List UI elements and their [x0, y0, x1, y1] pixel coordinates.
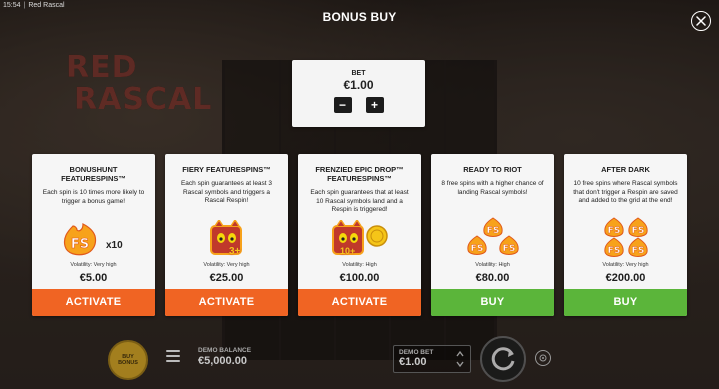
- card-volatility: Volatility: Very high: [602, 262, 649, 268]
- card-title: READY TO RIOT: [463, 165, 522, 174]
- card-description: Each spin guarantees that at least 10 Ra…: [310, 189, 409, 213]
- svg-text:FS: FS: [70, 237, 88, 252]
- svg-text:FS: FS: [470, 244, 483, 254]
- close-icon: [696, 16, 706, 26]
- feature-card-fiery: FIERY FEATURESPINS™ Each spin guarantees…: [165, 154, 288, 316]
- spin-arrows-icon: [491, 347, 515, 371]
- bet-selector: BET €1.00 − +: [292, 60, 425, 127]
- card-price: €80.00: [475, 272, 510, 284]
- card-description: 10 free spins where Rascal symbols that …: [573, 180, 678, 204]
- card-volatility: Volatility: High: [342, 262, 377, 268]
- bonus-buy-button[interactable]: BUY BONUS: [108, 340, 148, 380]
- clock: 15:54: [3, 2, 21, 9]
- modal-title: BONUS BUY: [322, 10, 397, 24]
- svg-text:FS: FS: [607, 246, 620, 256]
- fs-x10-icon: FS: [32, 220, 155, 260]
- demo-balance: DEMO BALANCE €5,000.00: [198, 347, 251, 367]
- autoplay-button[interactable]: [535, 350, 551, 366]
- app-title: Red Rascal: [28, 2, 65, 9]
- card-price: €100.00: [339, 272, 380, 284]
- buy-button[interactable]: BUY: [431, 289, 554, 316]
- activate-button[interactable]: ACTIVATE: [165, 289, 288, 316]
- menu-icon[interactable]: [166, 350, 180, 364]
- activate-button[interactable]: ACTIVATE: [298, 289, 421, 316]
- rascal-10-plus-icon: [298, 220, 421, 260]
- bet-stepper-icon[interactable]: [455, 349, 465, 372]
- card-title: FIERY FEATURESPINS™: [182, 165, 271, 174]
- svg-text:FS: FS: [631, 226, 644, 236]
- rascal-3-plus-icon: [165, 220, 288, 260]
- bonus-buy-label-2: BONUS: [118, 360, 138, 366]
- demo-bet-display[interactable]: DEMO BET €1.00: [393, 345, 471, 373]
- feature-card-after-dark: AFTER DARK 10 free spins where Rascal sy…: [564, 154, 687, 316]
- feature-card-frenzied: FRENZIED EPIC DROP™ FEATURESPINS™ Each s…: [298, 154, 421, 316]
- close-button[interactable]: [691, 11, 711, 31]
- spin-button[interactable]: [480, 336, 526, 382]
- bet-value: €1.00: [343, 78, 374, 92]
- count-label: 10+: [340, 246, 356, 256]
- feature-card-bonushunt: BONUSHUNT FEATURESPINS™ Each spin is 10 …: [32, 154, 155, 316]
- card-title: BONUSHUNT FEATURESPINS™: [61, 165, 126, 183]
- svg-text:FS: FS: [631, 246, 644, 256]
- count-label: 3+: [229, 246, 241, 257]
- card-description: Each spin is 10 times more likely to tri…: [42, 189, 145, 205]
- card-price: €5.00: [79, 272, 108, 284]
- card-description: 8 free spins with a higher chance of lan…: [441, 180, 544, 196]
- fs-triple-icon: FS FS FS: [431, 217, 554, 258]
- card-title: AFTER DARK: [601, 165, 650, 174]
- card-price: €200.00: [605, 272, 646, 284]
- feature-card-ready-to-riot: READY TO RIOT 8 free spins with a higher…: [431, 154, 554, 316]
- card-description: Each spin guarantees at least 3 Rascal s…: [180, 180, 273, 204]
- svg-text:FS: FS: [486, 226, 499, 236]
- card-price: €25.00: [209, 272, 244, 284]
- demo-balance-value: €5,000.00: [198, 355, 247, 367]
- fs-quad-icon: FS FS FS FS: [564, 217, 687, 258]
- svg-text:FS: FS: [502, 244, 515, 254]
- card-volatility: Volatility: High: [475, 262, 510, 268]
- svg-text:FS: FS: [607, 226, 620, 236]
- autoplay-icon: [539, 354, 547, 362]
- card-volatility: Volatility: Very high: [203, 262, 250, 268]
- card-title: FRENZIED EPIC DROP™ FEATURESPINS™: [315, 165, 404, 183]
- demo-balance-label: DEMO BALANCE: [198, 347, 252, 354]
- bet-decrease-button[interactable]: −: [333, 97, 352, 113]
- bet-label: BET: [351, 70, 366, 77]
- card-volatility: Volatility: Very high: [70, 262, 117, 268]
- activate-button[interactable]: ACTIVATE: [32, 289, 155, 316]
- multiplier-label: x10: [106, 240, 123, 251]
- bet-increase-button[interactable]: +: [365, 97, 384, 113]
- buy-button[interactable]: BUY: [564, 289, 687, 316]
